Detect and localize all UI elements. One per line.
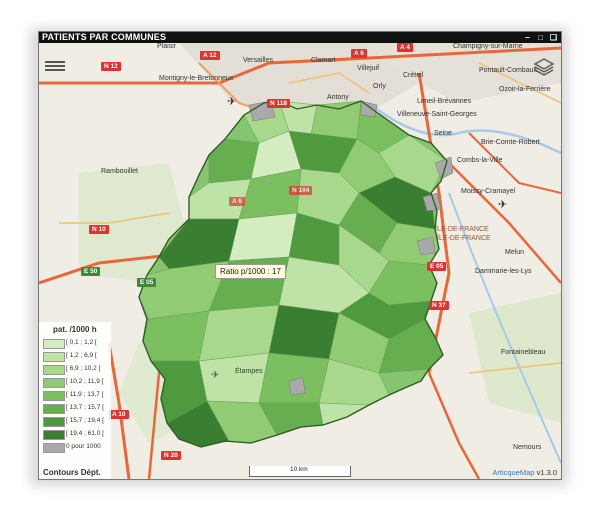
place-versailles: Versailles bbox=[243, 57, 273, 64]
legend-title: pat. /1000 h bbox=[53, 325, 97, 334]
legend-item: [ 6,9 ; 10,2 [ bbox=[43, 364, 109, 375]
window-title: PATIENTS PAR COMMUNES bbox=[42, 32, 167, 42]
contours-swatch bbox=[43, 479, 65, 480]
legend-item: [ 10,2 ; 11,9 [ bbox=[43, 377, 109, 388]
svg-text:✈: ✈ bbox=[211, 370, 219, 381]
legend-swatch bbox=[43, 430, 65, 440]
place-nemours: Nemours bbox=[513, 444, 542, 451]
menu-icon[interactable] bbox=[45, 59, 65, 73]
title-bar: PATIENTS PAR COMMUNES ‒ □ ❏ bbox=[39, 32, 561, 43]
place-plaisir: Plaisir bbox=[157, 43, 177, 50]
legend-item-label: [ 1,2 ; 6,9 [ bbox=[66, 352, 97, 359]
map-tooltip: Ratio p/1000 : 17 bbox=[215, 264, 286, 279]
place-champigny: Champigny-sur-Marne bbox=[453, 43, 523, 50]
road-label: E 05 bbox=[137, 278, 157, 287]
legend-item: [ 13,7 ; 15,7 [ bbox=[43, 403, 109, 414]
road-label: N 37 bbox=[429, 301, 449, 310]
maximize-icon[interactable]: □ bbox=[536, 33, 545, 42]
road-label: N 118 bbox=[267, 99, 290, 108]
place-orly: Orly bbox=[373, 83, 386, 90]
road-label: E 05 bbox=[427, 262, 447, 271]
place-idf-2: ÎLE-DE-FRANCE bbox=[437, 235, 491, 242]
legend-swatch bbox=[43, 352, 65, 362]
legend-item-label: [ 10,2 ; 11,9 [ bbox=[66, 378, 104, 385]
place-seine: Seine bbox=[434, 130, 452, 137]
road-label: A 4 bbox=[397, 43, 413, 52]
legend-swatch bbox=[43, 391, 65, 401]
legend-item: 0 pour 1000 bbox=[43, 442, 109, 453]
legend: pat. /1000 h [ 0,1 ; 1,2 [ [ 1,2 ; 6,9 [… bbox=[39, 322, 111, 480]
legend-item-label: [ 15,7 ; 19,4 [ bbox=[66, 417, 104, 424]
legend-swatch bbox=[43, 404, 65, 414]
legend-item: [ 1,2 ; 6,9 [ bbox=[43, 351, 109, 362]
legend-item: [ 0,1 ; 1,2 [ bbox=[43, 338, 109, 349]
road-label: A 12 bbox=[200, 51, 220, 60]
place-rambouillet: Rambouillet bbox=[101, 168, 138, 175]
map-credit: ArticqueMap v1.3.0 bbox=[492, 468, 557, 477]
scale-label: 10 km bbox=[290, 466, 308, 473]
svg-text:✈: ✈ bbox=[227, 96, 236, 108]
contours-title: Contours Dépt. bbox=[43, 468, 101, 477]
place-melun: Melun bbox=[505, 249, 525, 256]
svg-text:✈: ✈ bbox=[498, 199, 507, 211]
road-label: N 12 bbox=[101, 62, 121, 71]
place-idf-1: ÎLE-DE-FRANCE bbox=[435, 226, 489, 233]
legend-swatch bbox=[43, 339, 65, 349]
legend-swatch bbox=[43, 417, 65, 427]
place-villeneuve: Villeneuve-Saint-Georges bbox=[397, 111, 477, 118]
legend-swatch bbox=[43, 365, 65, 375]
road-label: N 104 bbox=[289, 186, 313, 195]
legend-swatch bbox=[43, 443, 65, 453]
place-combs: Combs-la-Ville bbox=[457, 157, 503, 164]
place-pontault: Pontault-Combault bbox=[479, 67, 537, 74]
legend-item-label: [ 11,9 ; 13,7 [ bbox=[66, 391, 104, 398]
credit-version: v1.3.0 bbox=[536, 468, 557, 477]
place-clamart: Clamart bbox=[311, 57, 336, 64]
legend-item-label: 0 pour 1000 bbox=[66, 443, 101, 450]
place-villejuif: Villejuif bbox=[357, 65, 380, 72]
layers-icon[interactable] bbox=[533, 56, 555, 78]
minimize-icon[interactable]: ‒ bbox=[523, 33, 532, 42]
scale-bar: 10 km bbox=[249, 466, 351, 477]
place-montigny: Montigny-le-Bretonneux bbox=[159, 75, 234, 82]
road-label: E 50 bbox=[81, 267, 101, 276]
legend-item-label: [ 13,7 ; 15,7 [ bbox=[66, 404, 104, 411]
restore-icon[interactable]: ❏ bbox=[549, 33, 558, 42]
app-window: PATIENTS PAR COMMUNES ‒ □ ❏ ✈ ✈ ✈ Plaisi… bbox=[38, 31, 562, 480]
legend-item: [ 11,9 ; 13,7 [ bbox=[43, 390, 109, 401]
road-label: A 6 bbox=[351, 49, 367, 58]
road-label: N 20 bbox=[161, 451, 181, 460]
place-antony: Antony bbox=[327, 94, 349, 101]
credit-brand[interactable]: ArticqueMap bbox=[492, 468, 534, 477]
legend-item-label: [ 19,4 ; 61,0 [ bbox=[66, 430, 104, 437]
window-controls: ‒ □ ❏ bbox=[523, 32, 558, 43]
legend-item: [ 15,7 ; 19,4 [ bbox=[43, 416, 109, 427]
legend-item: [ 19,4 ; 61,0 [ bbox=[43, 429, 109, 440]
place-moissy: Moissy-Cramayel bbox=[461, 188, 516, 195]
place-ozoir: Ozoir-la-Ferrière bbox=[499, 86, 551, 93]
place-limeil: Limeil-Brévannes bbox=[417, 98, 472, 105]
place-dammarie: Dammarie-les-Lys bbox=[475, 268, 532, 275]
road-label: A 6 bbox=[229, 197, 245, 206]
legend-item-label: [ 6,9 ; 10,2 [ bbox=[66, 365, 101, 372]
place-brie: Brie-Comte-Robert bbox=[481, 139, 540, 146]
road-label: A 10 bbox=[109, 410, 129, 419]
place-fontainebleau: Fontainebleau bbox=[501, 349, 546, 356]
place-etampes: Étampes bbox=[235, 368, 263, 375]
map-view[interactable]: ✈ ✈ ✈ Plaisir Versailles Clamart Villeju… bbox=[39, 43, 561, 479]
legend-item-label: [ 0,1 ; 1,2 [ bbox=[66, 339, 97, 346]
legend-swatch bbox=[43, 378, 65, 388]
road-label: N 10 bbox=[89, 225, 109, 234]
place-creteil: Créteil bbox=[403, 72, 424, 79]
